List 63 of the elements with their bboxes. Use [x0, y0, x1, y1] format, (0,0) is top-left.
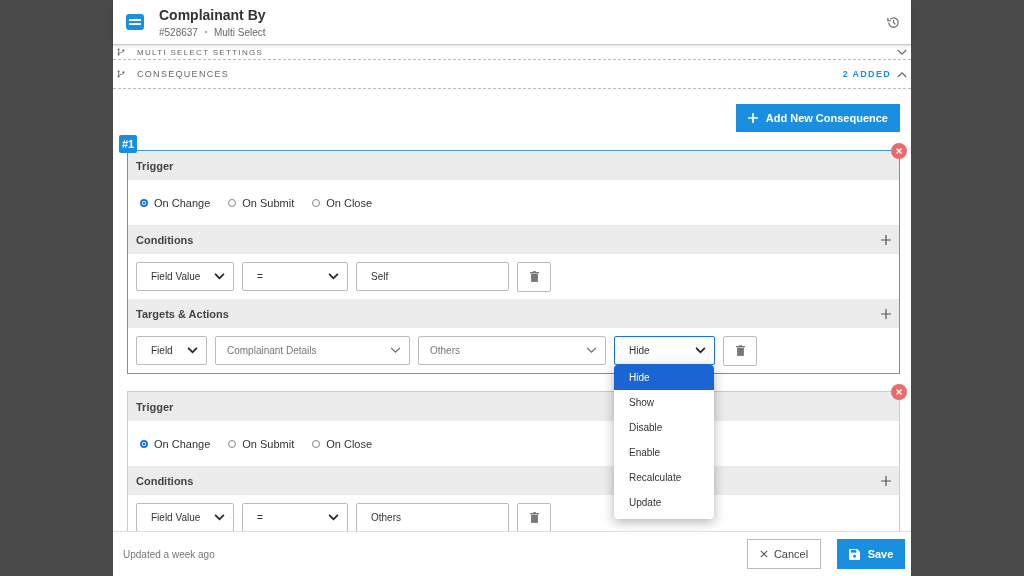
- section-header[interactable]: MULTI SELECT SETTINGS: [113, 45, 911, 60]
- trash-icon: [529, 271, 539, 282]
- condition-value-field[interactable]: Self: [356, 262, 509, 291]
- add-target-icon[interactable]: [881, 308, 891, 319]
- save-icon: [848, 548, 860, 560]
- trigger-radio[interactable]: On Close: [312, 196, 373, 209]
- history-icon[interactable]: [886, 14, 901, 30]
- chevron-icon: [586, 347, 597, 354]
- condition-field-select[interactable]: Field Value: [136, 262, 234, 291]
- menu-option[interactable]: Update: [614, 490, 714, 515]
- branch-icon: [117, 48, 125, 56]
- trigger-radio[interactable]: On Change: [140, 437, 211, 450]
- chevron-icon: [187, 347, 198, 354]
- chevron-icon: [897, 48, 907, 56]
- branch-icon: [117, 70, 125, 78]
- chevron-icon: [390, 347, 401, 354]
- add-condition-icon[interactable]: [881, 475, 891, 486]
- form-icon: [125, 12, 145, 32]
- trigger-radio[interactable]: On Change: [140, 196, 211, 209]
- chevron-icon: [328, 273, 339, 280]
- close-icon: [759, 550, 768, 558]
- operator-select[interactable]: =: [242, 503, 348, 531]
- trash-icon: [735, 345, 745, 356]
- cancel-button[interactable]: Cancel: [747, 539, 821, 569]
- chevron-icon: [214, 273, 225, 280]
- field-type: Multi Select: [213, 26, 266, 38]
- condition-field-select[interactable]: Field Value: [136, 503, 234, 531]
- chevron-icon: [214, 514, 225, 521]
- trigger-radio[interactable]: On Submit: [228, 437, 295, 450]
- trigger-radio[interactable]: On Submit: [228, 196, 295, 209]
- conditions-heading: Conditions: [136, 474, 194, 487]
- condition-value-field[interactable]: Others: [356, 503, 509, 531]
- menu-option[interactable]: Hide: [614, 365, 714, 390]
- trigger-heading: Trigger: [136, 400, 174, 413]
- target-field-select[interactable]: Complainant Details: [215, 336, 410, 365]
- delete-button[interactable]: [517, 261, 551, 292]
- delete-button[interactable]: [517, 502, 551, 531]
- trigger-radio[interactable]: On Close: [312, 437, 373, 450]
- menu-option[interactable]: Show: [614, 390, 714, 415]
- plus-icon: [747, 113, 758, 123]
- conditions-heading: Conditions: [136, 233, 194, 246]
- chevron-icon: [695, 347, 706, 354]
- add-condition-icon[interactable]: [881, 234, 891, 245]
- updated-text: Updated a week ago: [123, 548, 216, 560]
- target-type-select[interactable]: Field: [136, 336, 207, 365]
- section-header[interactable]: CONSEQUENCES 2 ADDED: [113, 60, 911, 89]
- operator-select[interactable]: =: [242, 262, 348, 291]
- chevron-icon: [328, 514, 339, 521]
- menu-option[interactable]: Enable: [614, 440, 714, 465]
- trash-icon: [529, 512, 539, 523]
- consequence-number: #1: [119, 135, 138, 153]
- trigger-heading: Trigger: [136, 159, 174, 172]
- delete-button[interactable]: [723, 335, 757, 366]
- menu-option[interactable]: Disable: [614, 415, 714, 440]
- field-id: #528637: [159, 26, 198, 38]
- field-title: Complainant By: [159, 6, 267, 23]
- close-icon[interactable]: [891, 143, 907, 159]
- targets-heading: Targets & Actions: [136, 307, 229, 320]
- action-select[interactable]: Hide: [614, 336, 715, 365]
- menu-option[interactable]: Recalculate: [614, 465, 714, 490]
- chevron-icon: [897, 70, 907, 78]
- close-icon[interactable]: [891, 384, 907, 400]
- target-value-select[interactable]: Others: [418, 336, 606, 365]
